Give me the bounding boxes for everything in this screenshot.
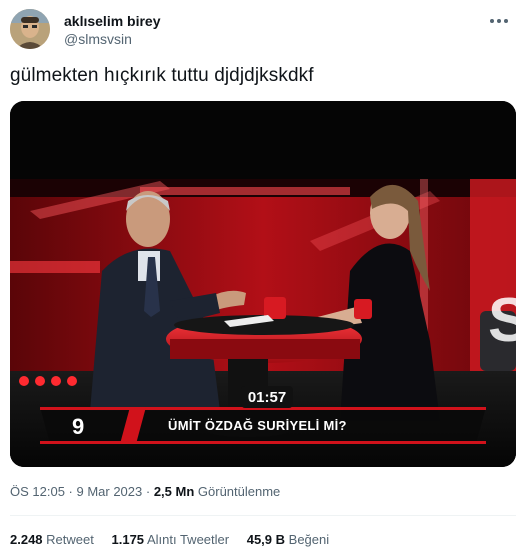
retweets-label: Retweet (46, 532, 94, 547)
divider (10, 515, 516, 516)
likes-count: 45,9 B (246, 532, 286, 547)
likes-label: Beğeni (288, 532, 330, 547)
video-frame (10, 101, 516, 467)
tweet-header: aklıselim birey @slmsvsin (10, 9, 516, 53)
channel-logo: S (488, 286, 516, 355)
user-avatar[interactable] (10, 9, 50, 49)
retweets-count: 2.248 (10, 532, 43, 547)
tweet-text: gülmekten hıçkırık tuttu djdjdjkskdkf (10, 65, 314, 86)
views-count: 2,5 Mn (153, 484, 195, 499)
more-options-icon[interactable] (486, 11, 512, 31)
tweet-timestamp[interactable]: ÖS 12:05 · 9 Mar 2023 · (10, 484, 150, 499)
quotes-count: 1.175 (111, 532, 145, 547)
display-name[interactable]: aklıselim birey (64, 13, 161, 29)
tweet-meta: ÖS 12:05 · 9 Mar 2023 · 2,5 Mn Görüntüle… (10, 484, 280, 499)
video-duration: 01:57 (247, 389, 287, 406)
chyron-number: 9 (72, 414, 85, 439)
likes-stat[interactable]: 45,9 B Beğeni (247, 532, 329, 547)
quotes-stat[interactable]: 1.175 Alıntı Tweetler (112, 532, 230, 547)
retweets-stat[interactable]: 2.248 Retweet (10, 532, 94, 547)
avatar-image (10, 9, 50, 49)
user-handle[interactable]: @slmsvsin (64, 31, 132, 47)
engagement-stats: 2.248 Retweet 1.175 Alıntı Tweetler 45,9… (10, 532, 343, 547)
video-player[interactable]: S 01:57 9 ÜMİT ÖZDAĞ SURİYELİ Mİ? (10, 101, 516, 467)
quotes-label: Alıntı Tweetler (146, 532, 230, 547)
views-label: Görüntülenme (197, 484, 281, 499)
chyron-headline: ÜMİT ÖZDAĞ SURİYELİ Mİ? (168, 418, 347, 433)
